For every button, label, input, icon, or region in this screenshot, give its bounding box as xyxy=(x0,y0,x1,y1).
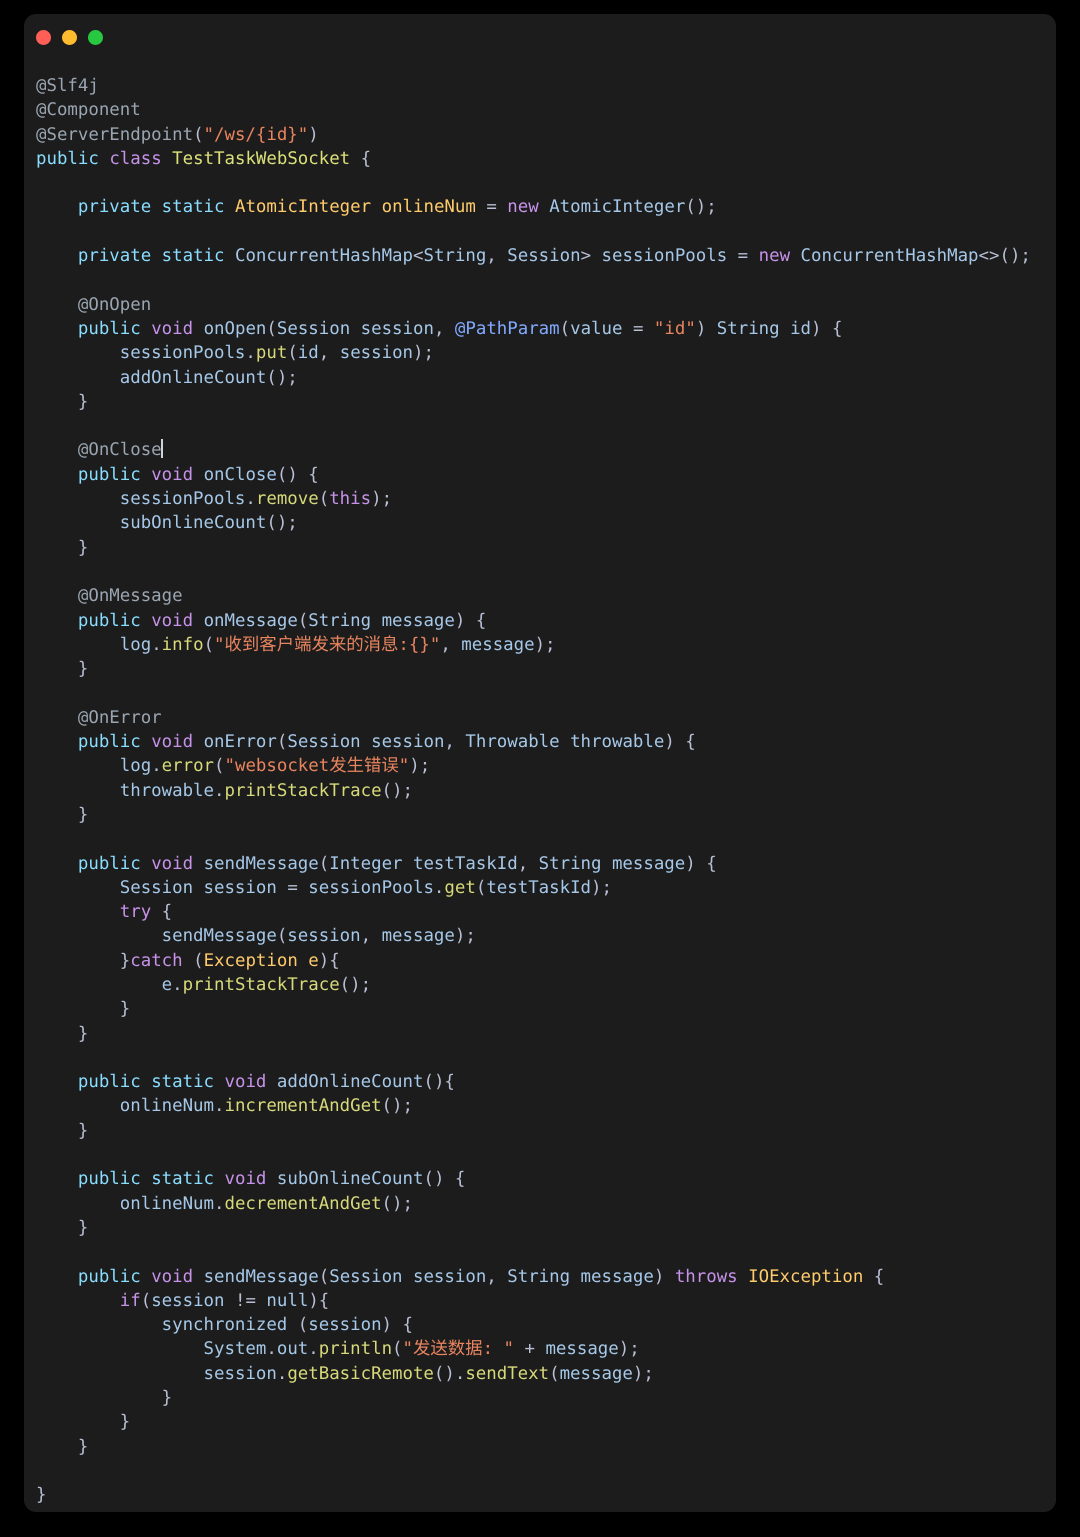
field-onlinenum: onlineNum xyxy=(381,197,476,218)
code-content[interactable]: @Slf4j @Component @ServerEndpoint("/ws/{… xyxy=(36,74,1056,1508)
text-caret xyxy=(160,439,163,459)
window-controls xyxy=(36,30,103,45)
code-window: @Slf4j @Component @ServerEndpoint("/ws/{… xyxy=(24,14,1056,1512)
annotation-component: @Component xyxy=(36,100,141,121)
annotation-onclose: @OnClose xyxy=(77,440,162,461)
annotation-onerror: @OnError xyxy=(77,707,162,728)
screenshot-root: @Slf4j @Component @ServerEndpoint("/ws/{… xyxy=(0,0,1080,1537)
method-sendmessage-int: sendMessage xyxy=(203,853,319,874)
method-onerror: onError xyxy=(203,732,277,753)
close-button[interactable] xyxy=(36,30,51,45)
annotation-onopen: @OnOpen xyxy=(77,294,152,315)
window-titlebar[interactable] xyxy=(24,14,1056,68)
method-sendmessage-session: sendMessage xyxy=(203,1266,319,1287)
minimize-button[interactable] xyxy=(62,30,77,45)
annotation-onmessage: @OnMessage xyxy=(77,586,183,607)
string-id: "id" xyxy=(653,318,696,339)
annotation-slf4j: @Slf4j xyxy=(36,76,99,96)
maximize-button[interactable] xyxy=(88,30,103,45)
string-client-message: "收到客户端发来的消息:{}" xyxy=(214,634,441,655)
string-websocket-error: "websocket发生错误" xyxy=(224,756,410,777)
method-onopen: onOpen xyxy=(203,318,267,339)
annotation-pathparam: @PathParam xyxy=(454,318,560,339)
method-addonlinecount: addOnlineCount xyxy=(276,1072,424,1093)
code-editor[interactable]: @Slf4j @Component @ServerEndpoint("/ws/{… xyxy=(24,68,1056,1512)
field-sessionpools: sessionPools xyxy=(601,246,728,267)
string-ws-path: "/ws/{id}" xyxy=(203,124,309,145)
annotation-serverendpoint: @ServerEndpoint xyxy=(36,124,194,145)
string-send-data: "发送数据: " xyxy=(402,1339,514,1360)
class-name: TestTaskWebSocket xyxy=(172,148,351,169)
method-onclose: onClose xyxy=(203,464,277,485)
method-subonlinecount: subOnlineCount xyxy=(276,1169,424,1190)
method-onmessage: onMessage xyxy=(203,610,298,631)
